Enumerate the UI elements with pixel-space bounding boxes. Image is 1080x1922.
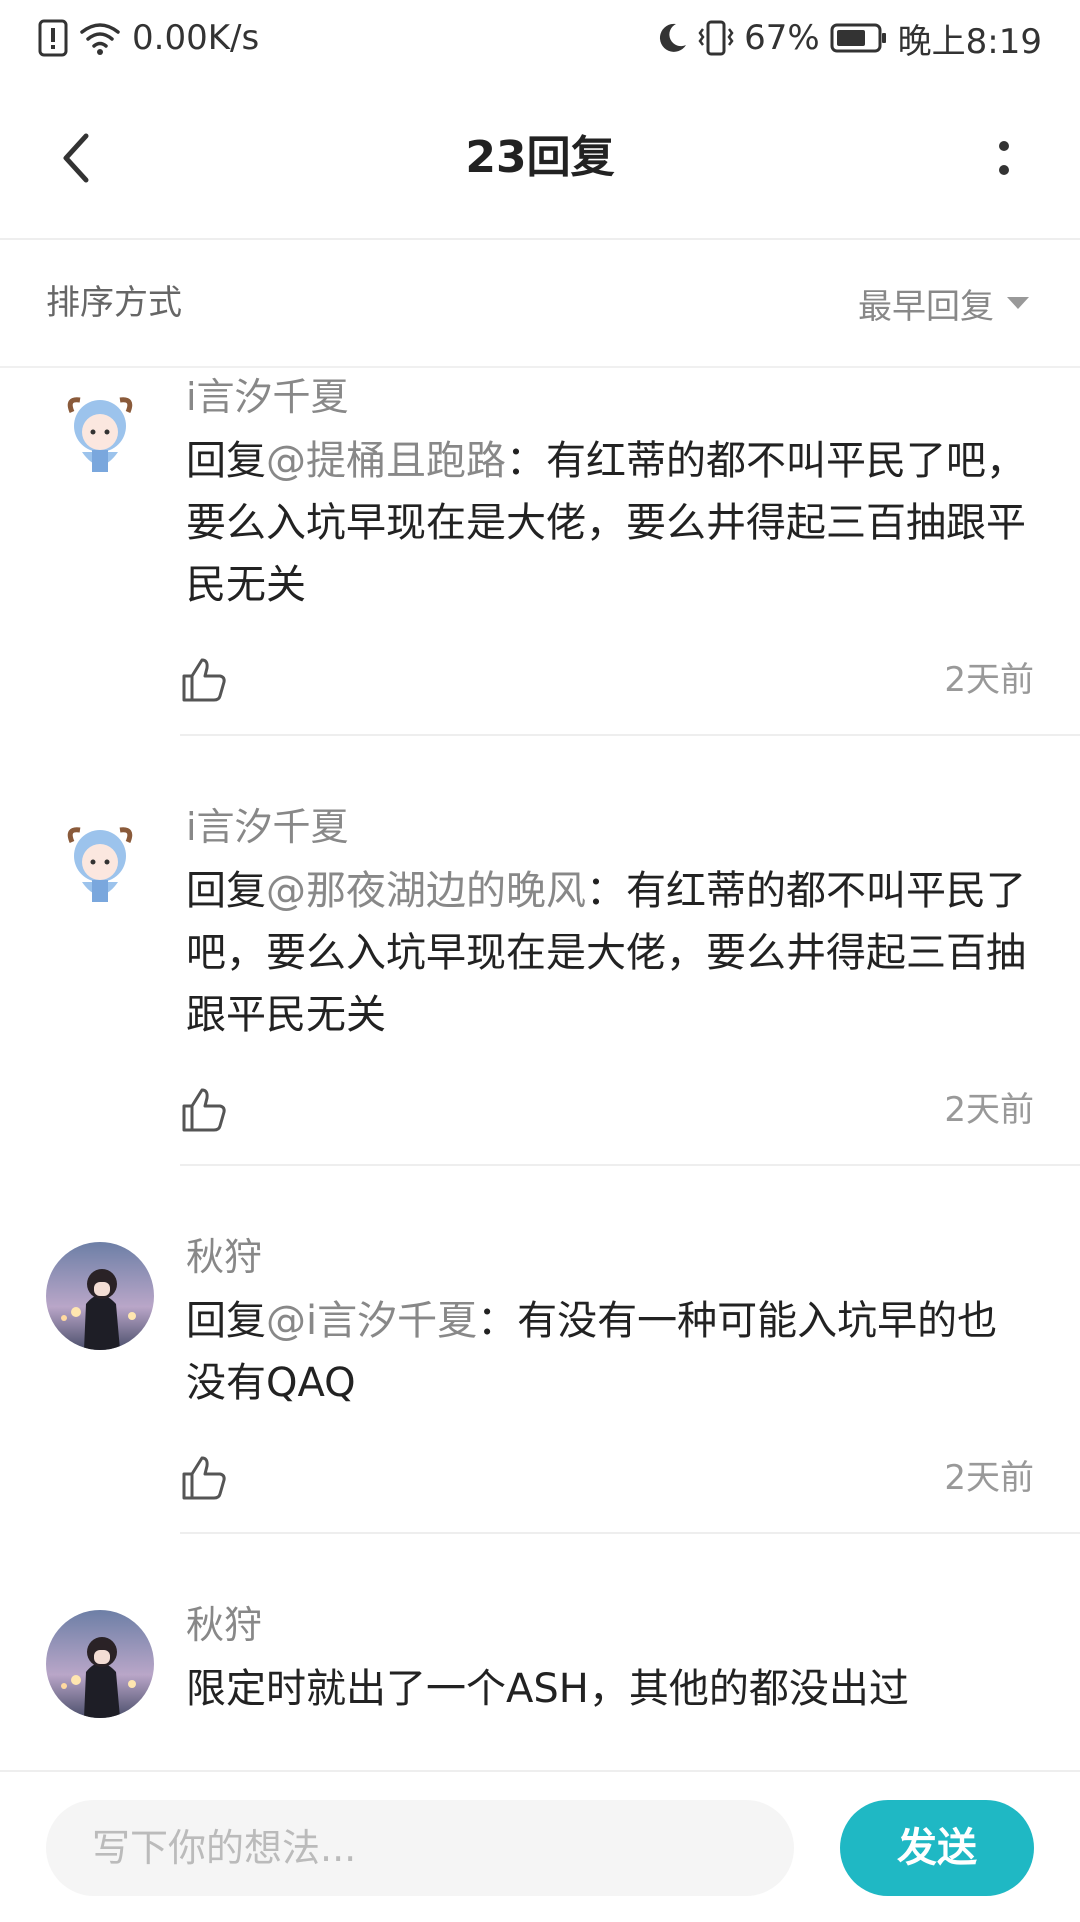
comment-text: 回复@那夜湖边的晚风：有红蒂的都不叫平民了吧，要么入坑早现在是大佬，要么井得起三…	[186, 860, 1036, 1046]
comment-author[interactable]: i言汐千夏	[186, 802, 349, 852]
reply-composer: 发送	[0, 1770, 1080, 1922]
sort-label: 排序方式	[46, 283, 182, 323]
page-title: 23回复	[465, 132, 615, 183]
divider	[180, 1164, 1080, 1166]
like-button[interactable]	[180, 1454, 228, 1502]
wifi-icon	[78, 20, 122, 56]
avatar[interactable]	[46, 382, 154, 490]
comment-list[interactable]: i言汐千夏 回复@提桶且跑路：有红蒂的都不叫平民了吧，要么入坑早现在是大佬，要么…	[0, 366, 1080, 1770]
mention-link[interactable]: @i言汐千夏	[266, 1298, 477, 1344]
reply-prefix: 回复	[186, 1298, 266, 1344]
status-bar: 0.00K/s 67% 晚上8:19	[0, 0, 1080, 78]
moon-icon	[656, 21, 688, 55]
comment-item: i言汐千夏 回复@那夜湖边的晚风：有红蒂的都不叫平民了吧，要么入坑早现在是大佬，…	[0, 796, 1080, 1166]
reply-separator: ：	[586, 868, 626, 914]
comment-time: 2天前	[944, 1090, 1034, 1130]
reply-prefix: 回复	[186, 438, 266, 484]
back-button[interactable]	[36, 118, 116, 198]
reply-separator: ：	[506, 438, 546, 484]
reply-prefix: 回复	[186, 868, 266, 914]
comment-text: 回复@i言汐千夏：有没有一种可能入坑早的也没有QAQ	[186, 1290, 1036, 1414]
battery-percent: 67%	[744, 18, 820, 58]
comment-author[interactable]: 秋狩	[186, 1600, 262, 1650]
thumbs-up-icon	[180, 1454, 228, 1502]
reply-input[interactable]	[46, 1800, 794, 1896]
thumbs-up-icon	[180, 1086, 228, 1134]
sort-dropdown[interactable]: 最早回复	[858, 240, 1030, 366]
comment-content: 限定时就出了一个ASH，其他的都没出过	[186, 1666, 909, 1712]
divider	[180, 1532, 1080, 1534]
comment-item: 秋狩 限定时就出了一个ASH，其他的都没出过	[0, 1594, 1080, 1770]
comment-author[interactable]: 秋狩	[186, 1232, 262, 1282]
avatar[interactable]	[46, 1610, 154, 1718]
comment-item: i言汐千夏 回复@提桶且跑路：有红蒂的都不叫平民了吧，要么入坑早现在是大佬，要么…	[0, 366, 1080, 736]
sort-value: 最早回复	[858, 286, 994, 327]
status-bar-right: 67% 晚上8:19	[656, 14, 1042, 62]
comment-author[interactable]: i言汐千夏	[186, 372, 349, 422]
comment-text: 回复@提桶且跑路：有红蒂的都不叫平民了吧，要么入坑早现在是大佬，要么井得起三百抽…	[186, 430, 1036, 616]
like-button[interactable]	[180, 1086, 228, 1134]
reply-separator: ：	[477, 1298, 518, 1344]
mention-link[interactable]: @那夜湖边的晚风	[266, 868, 586, 914]
thumbs-up-icon	[180, 656, 228, 704]
avatar[interactable]	[46, 812, 154, 920]
comment-item: 秋狩 回复@i言汐千夏：有没有一种可能入坑早的也没有QAQ 2天前	[0, 1226, 1080, 1534]
more-vertical-icon	[998, 138, 1010, 178]
clock: 晚上8:19	[897, 21, 1042, 62]
comment-time: 2天前	[944, 660, 1034, 700]
mention-link[interactable]: @提桶且跑路	[266, 438, 506, 484]
send-button[interactable]: 发送	[840, 1800, 1034, 1896]
caret-down-icon	[1006, 296, 1030, 310]
like-button[interactable]	[180, 656, 228, 704]
comment-time: 2天前	[944, 1458, 1034, 1498]
more-options-button[interactable]	[964, 118, 1044, 198]
alert-icon	[38, 19, 68, 57]
chevron-left-icon	[56, 130, 96, 186]
divider	[180, 734, 1080, 736]
status-bar-left: 0.00K/s	[38, 14, 259, 62]
vibrate-icon	[698, 19, 734, 57]
network-speed: 0.00K/s	[132, 18, 260, 58]
top-bar: 23回复	[0, 78, 1080, 240]
battery-icon	[830, 22, 888, 54]
sort-bar: 排序方式 最早回复	[0, 240, 1080, 368]
comment-text: 限定时就出了一个ASH，其他的都没出过	[186, 1658, 1036, 1720]
avatar[interactable]	[46, 1242, 154, 1350]
